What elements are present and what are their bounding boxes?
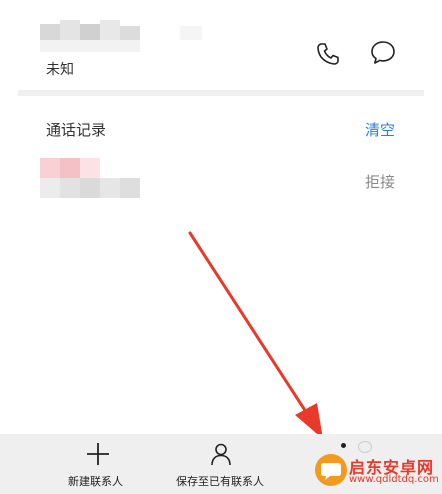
watermark-logo: 启东安卓网 www.qdldtdq.com [310, 450, 440, 490]
contact-number-obscured [40, 20, 140, 58]
section-divider [18, 90, 424, 96]
plus-icon [86, 442, 110, 470]
new-contact-label: 新建联系人 [68, 475, 123, 488]
person-icon [209, 442, 233, 470]
phone-icon[interactable] [314, 40, 342, 68]
watermark-badge-icon [315, 454, 347, 486]
clear-call-log-button[interactable]: 清空 [365, 119, 395, 140]
annotation-arrow [188, 231, 323, 439]
save-to-existing-contact-label: 保存至已有联系人 [176, 475, 264, 488]
contact-location: 未知 [46, 62, 74, 78]
call-log-title: 通话记录 [46, 121, 107, 139]
contact-extra-obscured [180, 26, 202, 40]
save-to-existing-contact-button[interactable]: 保存至已有联系人 [172, 442, 272, 492]
message-icon[interactable] [368, 38, 398, 68]
call-log-entry[interactable]: 拒接 [0, 150, 442, 210]
call-entry-obscured [40, 158, 140, 200]
new-contact-button[interactable]: 新建联系人 [62, 442, 134, 492]
watermark-url: www.qdldtdq.com [349, 474, 439, 485]
call-status: 拒接 [365, 173, 396, 191]
